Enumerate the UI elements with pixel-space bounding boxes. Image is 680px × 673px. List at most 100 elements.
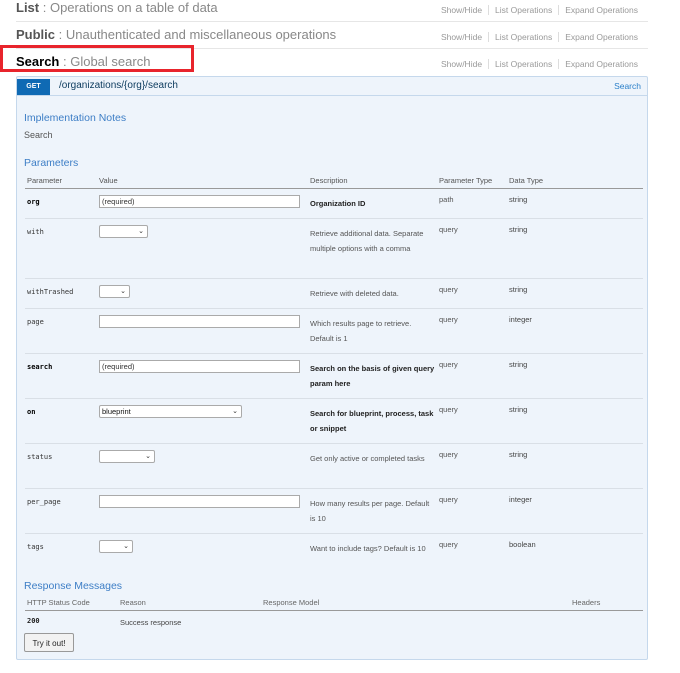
col-parameter: Parameter (27, 176, 63, 185)
col-headers: Headers (572, 598, 601, 607)
param-name: with (27, 228, 44, 236)
param-description: How many results per page. Default is 10 (310, 499, 430, 523)
section-list-name[interactable]: List (16, 0, 39, 15)
response-table-header: HTTP Status Code Reason Response Model H… (25, 597, 643, 611)
list-operations-link[interactable]: List Operations (488, 5, 558, 15)
param-name: on (27, 408, 36, 416)
section-public-desc: Unauthenticated and miscellaneous operat… (65, 27, 337, 42)
param-row-withtrashed: withTrashed ⌄ Retrieve with deleted data… (25, 279, 643, 309)
search-input[interactable]: (required) (99, 360, 300, 373)
param-data-type: boolean (509, 540, 536, 549)
response-code: 200 (27, 617, 40, 625)
col-parameter-type: Parameter Type (439, 176, 493, 185)
on-select[interactable]: blueprint ⌄ (99, 405, 242, 418)
withtrashed-select[interactable]: ⌄ (99, 285, 130, 298)
chevron-down-icon: ⌄ (123, 543, 129, 550)
param-name: org (27, 198, 40, 206)
param-description: Retrieve additional data. Separate multi… (310, 229, 424, 253)
show-hide-link[interactable]: Show/Hide (435, 5, 488, 15)
show-hide-link[interactable]: Show/Hide (435, 32, 488, 42)
param-description: Search for blueprint, process, task or s… (310, 409, 434, 433)
parameters-table: Parameter Value Description Parameter Ty… (25, 175, 643, 578)
response-messages-table: HTTP Status Code Reason Response Model H… (25, 597, 643, 633)
col-value: Value (99, 176, 118, 185)
param-type: query (439, 540, 458, 549)
col-reason: Reason (120, 598, 146, 607)
param-row-page: page Which results page to retrieve. Def… (25, 309, 643, 354)
expand-operations-link[interactable]: Expand Operations (558, 5, 644, 15)
param-type: query (439, 495, 458, 504)
implementation-notes-text: Search (24, 130, 53, 140)
param-row-tags: tags ⌄ Want to include tags? Default is … (25, 534, 643, 578)
implementation-notes-heading: Implementation Notes (24, 112, 127, 124)
try-it-out-button[interactable]: Try it out! (24, 633, 74, 652)
tags-select[interactable]: ⌄ (99, 540, 133, 553)
param-row-with: with ⌄ Retrieve additional data. Separat… (25, 219, 643, 279)
page-input[interactable] (99, 315, 300, 328)
param-row-per-page: per_page How many results per page. Defa… (25, 489, 643, 534)
on-select-value: blueprint (102, 407, 131, 416)
param-type: query (439, 225, 458, 234)
org-input[interactable]: (required) (99, 195, 300, 208)
response-messages-heading: Response Messages (24, 580, 123, 592)
param-description: Search on the basis of given query param… (310, 364, 435, 388)
section-list-desc: Operations on a table of data (49, 0, 218, 15)
per-page-input[interactable] (99, 495, 300, 508)
section-list: List : Operations on a table of data Sho… (16, 0, 648, 22)
show-hide-link[interactable]: Show/Hide (435, 59, 488, 69)
param-data-type: string (509, 450, 528, 459)
operation-summary[interactable]: Search (614, 81, 641, 91)
param-description: Retrieve with deleted data. (310, 289, 399, 298)
param-name: tags (27, 543, 44, 551)
param-data-type: string (509, 285, 528, 294)
section-public-title[interactable]: Public : Unauthenticated and miscellaneo… (16, 27, 336, 42)
param-row-status: status ⌄ Get only active or completed ta… (25, 444, 643, 489)
operation-panel: GET /organizations/{org}/search Search I… (16, 76, 648, 660)
param-type: query (439, 450, 458, 459)
col-response-model: Response Model (263, 598, 320, 607)
param-name: per_page (27, 498, 61, 506)
chevron-down-icon: ⌄ (145, 453, 151, 460)
expand-operations-link[interactable]: Expand Operations (558, 32, 644, 42)
operation-path[interactable]: /organizations/{org}/search (59, 80, 178, 91)
parameters-heading: Parameters (24, 157, 79, 169)
param-name: search (27, 363, 53, 371)
param-type: query (439, 360, 458, 369)
highlight-box (0, 45, 194, 72)
param-type: path (439, 195, 454, 204)
param-data-type: integer (509, 495, 532, 504)
operation-header[interactable]: GET /organizations/{org}/search Search (17, 77, 647, 96)
param-name: withTrashed (27, 288, 74, 296)
param-type: query (439, 285, 458, 294)
section-list-actions: Show/Hide List Operations Expand Operation… (435, 5, 644, 15)
param-data-type: integer (509, 315, 532, 324)
param-row-org: org (required) Organization ID path stri… (25, 189, 643, 219)
chevron-down-icon: ⌄ (138, 228, 144, 235)
param-description: Organization ID (310, 199, 366, 208)
param-data-type: string (509, 360, 528, 369)
param-name: status (27, 453, 53, 461)
param-row-on: on blueprint ⌄ Search for blueprint, proc… (25, 399, 643, 444)
section-public-actions: Show/Hide List Operations Expand Operation… (435, 32, 644, 42)
col-http-status-code: HTTP Status Code (27, 598, 90, 607)
status-select[interactable]: ⌄ (99, 450, 155, 463)
section-list-title[interactable]: List : Operations on a table of data (16, 0, 218, 15)
param-type: query (439, 405, 458, 414)
response-row: 200 Success response (25, 611, 643, 633)
param-data-type: string (509, 195, 528, 204)
expand-operations-link[interactable]: Expand Operations (558, 59, 644, 69)
param-name: page (27, 318, 44, 326)
chevron-down-icon: ⌄ (232, 408, 238, 415)
http-method-badge[interactable]: GET (17, 79, 50, 95)
with-select[interactable]: ⌄ (99, 225, 148, 238)
col-description: Description (310, 176, 348, 185)
param-description: Which results page to retrieve. Default … (310, 319, 412, 343)
param-description: Want to include tags? Default is 10 (310, 544, 426, 553)
list-operations-link[interactable]: List Operations (488, 32, 558, 42)
param-data-type: string (509, 225, 528, 234)
chevron-down-icon: ⌄ (120, 288, 126, 295)
list-operations-link[interactable]: List Operations (488, 59, 558, 69)
section-search-actions: Show/Hide List Operations Expand Operation… (435, 59, 644, 69)
section-public-name[interactable]: Public (16, 27, 55, 42)
parameters-table-header: Parameter Value Description Parameter Ty… (25, 175, 643, 189)
